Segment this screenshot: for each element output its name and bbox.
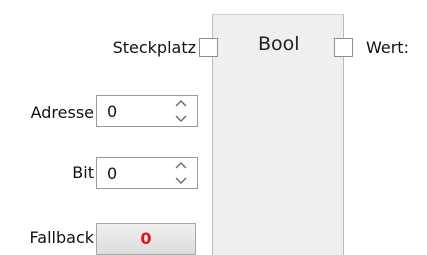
output-port[interactable] [334, 38, 353, 57]
address-spinner-arrows[interactable] [173, 98, 189, 124]
bit-label: Bit [72, 163, 94, 182]
chevron-up-icon [175, 162, 187, 169]
input-port[interactable] [199, 38, 218, 57]
address-spinner[interactable]: 0 [96, 95, 198, 127]
fallback-value: 0 [140, 229, 152, 248]
chevron-up-icon [175, 100, 187, 107]
node-title: Bool [258, 33, 300, 55]
input-port-label: Steckplatz [112, 38, 196, 57]
chevron-down-icon [175, 177, 187, 184]
output-port-label: Wert: [366, 38, 409, 57]
bit-value[interactable]: 0 [107, 164, 117, 184]
fallback-label: Fallback [29, 228, 94, 247]
bit-spinner-arrows[interactable] [173, 160, 189, 186]
bit-spinner[interactable]: 0 [96, 157, 198, 189]
fallback-value-button[interactable]: 0 [96, 223, 196, 255]
address-value[interactable]: 0 [107, 102, 117, 122]
chevron-down-icon [175, 115, 187, 122]
address-label: Adresse [30, 103, 94, 122]
